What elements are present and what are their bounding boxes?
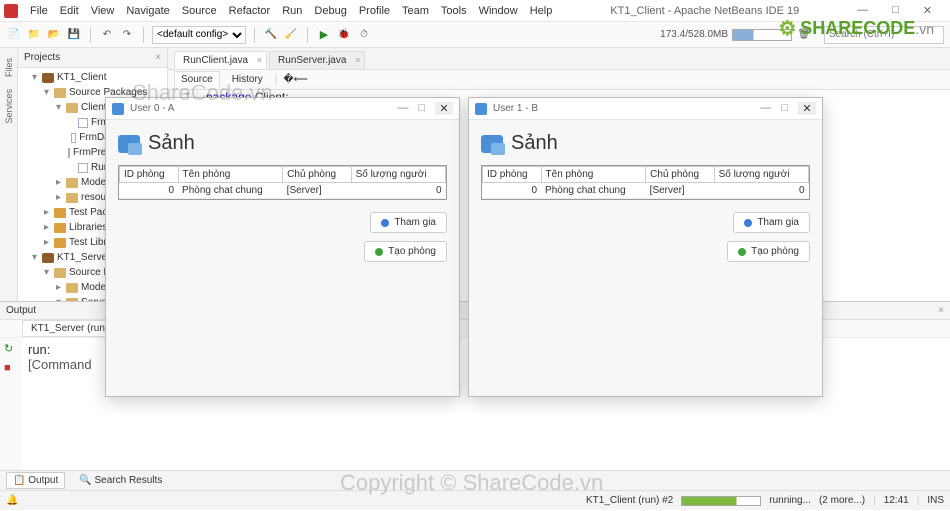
lobby-heading: Sảnh [148, 132, 195, 155]
bottom-tabs: 📋 Output 🔍 Search Results [0, 470, 950, 490]
status-bar: 🔔 KT1_Client (run) #2 running... (2 more… [0, 490, 950, 510]
status-cursor-pos: 12:41 [884, 495, 909, 506]
editor-tab-runclient[interactable]: RunClient.java× [174, 51, 267, 69]
col-count[interactable]: Số lượng người [351, 167, 445, 183]
close-icon[interactable]: × [355, 55, 360, 65]
menu-refactor[interactable]: Refactor [223, 5, 277, 17]
menu-profile[interactable]: Profile [353, 5, 396, 17]
sharecode-watermark-logo: ⚙ SHARECODE.vn [778, 16, 934, 41]
rerun-icon[interactable]: ↻ [4, 342, 18, 356]
lobby-heading: Sảnh [511, 132, 558, 155]
menu-team[interactable]: Team [396, 5, 435, 17]
join-button[interactable]: Tham gia [733, 212, 810, 233]
table-row[interactable]: 0 Phòng chat chung [Server] 0 [483, 183, 809, 199]
col-owner[interactable]: Chủ phòng [646, 167, 714, 183]
editor-tool-icon[interactable]: �⟵ [283, 74, 295, 86]
window-title: User 1 - B [493, 103, 538, 114]
netbeans-logo-icon [4, 4, 18, 18]
menu-file[interactable]: File [24, 5, 54, 17]
editor-tabs: RunClient.java× RunServer.java× [168, 48, 950, 70]
add-icon [375, 248, 383, 256]
new-project-icon[interactable]: 📁 [26, 27, 42, 43]
open-project-icon[interactable]: 📂 [46, 27, 62, 43]
col-id[interactable]: ID phòng [120, 167, 179, 183]
gear-icon: ⚙ [778, 16, 796, 41]
save-all-icon[interactable]: 💾 [66, 27, 82, 43]
editor-tab-runserver[interactable]: RunServer.java× [269, 51, 365, 69]
history-tab[interactable]: History [226, 72, 269, 87]
menu-run[interactable]: Run [276, 5, 308, 17]
menu-navigate[interactable]: Navigate [120, 5, 175, 17]
status-ins: INS [927, 495, 944, 506]
client-window-user0[interactable]: User 0 - A — □ ✕ Sảnh ID phòng Tên phòng… [105, 97, 460, 397]
menu-tools[interactable]: Tools [435, 5, 473, 17]
client-window-user1[interactable]: User 1 - B — □ ✕ Sảnh ID phòng Tên phòng… [468, 97, 823, 397]
undo-icon[interactable]: ↶ [99, 27, 115, 43]
sidetab-files[interactable]: Files [4, 52, 14, 83]
stop-icon[interactable]: ■ [4, 362, 18, 376]
profile-icon[interactable]: ⏱ [356, 27, 372, 43]
sidetab-services[interactable]: Services [4, 83, 14, 130]
close-icon[interactable]: ✕ [798, 102, 816, 115]
menu-view[interactable]: View [85, 5, 121, 17]
menu-help[interactable]: Help [524, 5, 559, 17]
rooms-table[interactable]: ID phòng Tên phòng Chủ phòng Số lượng ng… [118, 165, 447, 200]
close-icon[interactable]: ✕ [435, 102, 453, 115]
chat-icon [118, 135, 140, 153]
col-name[interactable]: Tên phòng [541, 167, 646, 183]
maximize-icon[interactable]: □ [418, 102, 425, 115]
close-icon[interactable]: × [257, 55, 262, 65]
bottom-tab-output[interactable]: 📋 Output [6, 472, 65, 489]
status-more[interactable]: (2 more...) [819, 495, 865, 506]
tree-node[interactable]: ▾KT1_Client [18, 70, 167, 85]
status-task: KT1_Client (run) #2 [586, 495, 673, 506]
menu-window[interactable]: Window [473, 5, 524, 17]
output-panel-label[interactable]: Output [6, 305, 36, 316]
maximize-icon[interactable]: □ [781, 102, 788, 115]
table-row[interactable]: 0 Phòng chat chung [Server] 0 [120, 183, 446, 199]
memory-label: 173.4/528.0MB [660, 29, 728, 40]
col-name[interactable]: Tên phòng [178, 167, 283, 183]
menu-source[interactable]: Source [176, 5, 223, 17]
source-tab[interactable]: Source [174, 71, 220, 88]
add-icon [738, 248, 746, 256]
col-count[interactable]: Số lượng người [714, 167, 808, 183]
minimize-icon[interactable]: — [397, 102, 408, 115]
output-side-icons: ↻ ■ [0, 338, 22, 470]
join-icon [744, 219, 752, 227]
editor-subtoolbar: Source History | �⟵ [168, 70, 950, 90]
window-title: KT1_Client - Apache NetBeans IDE 19 [558, 5, 851, 17]
projects-tab[interactable]: Projects× [18, 48, 167, 68]
left-side-tabs: Files Services [0, 48, 18, 301]
menu-edit[interactable]: Edit [54, 5, 85, 17]
col-owner[interactable]: Chủ phòng [283, 167, 351, 183]
rooms-table[interactable]: ID phòng Tên phòng Chủ phòng Số lượng ng… [481, 165, 810, 200]
output-panel-close-icon[interactable]: × [938, 305, 944, 316]
chat-icon [481, 135, 503, 153]
menu-debug[interactable]: Debug [308, 5, 352, 17]
minimize-icon[interactable]: — [760, 102, 771, 115]
join-button[interactable]: Tham gia [370, 212, 447, 233]
clean-build-icon[interactable]: 🧹 [283, 27, 299, 43]
app-icon [475, 103, 487, 115]
notifications-icon[interactable]: 🔔 [6, 495, 18, 506]
build-icon[interactable]: 🔨 [263, 27, 279, 43]
join-icon [381, 219, 389, 227]
redo-icon[interactable]: ↷ [119, 27, 135, 43]
titlebar[interactable]: User 0 - A — □ ✕ [106, 98, 459, 120]
col-id[interactable]: ID phòng [483, 167, 542, 183]
new-file-icon[interactable]: 📄 [6, 27, 22, 43]
config-dropdown[interactable]: <default config> [152, 26, 246, 44]
run-icon[interactable]: ▶ [316, 27, 332, 43]
app-icon [112, 103, 124, 115]
create-room-button[interactable]: Tạo phòng [727, 241, 810, 262]
status-running: running... [769, 495, 811, 506]
titlebar[interactable]: User 1 - B — □ ✕ [469, 98, 822, 120]
progress-bar[interactable] [681, 496, 761, 506]
debug-icon[interactable]: 🐞 [336, 27, 352, 43]
window-title: User 0 - A [130, 103, 174, 114]
create-room-button[interactable]: Tạo phòng [364, 241, 447, 262]
bottom-tab-search[interactable]: 🔍 Search Results [73, 473, 168, 488]
